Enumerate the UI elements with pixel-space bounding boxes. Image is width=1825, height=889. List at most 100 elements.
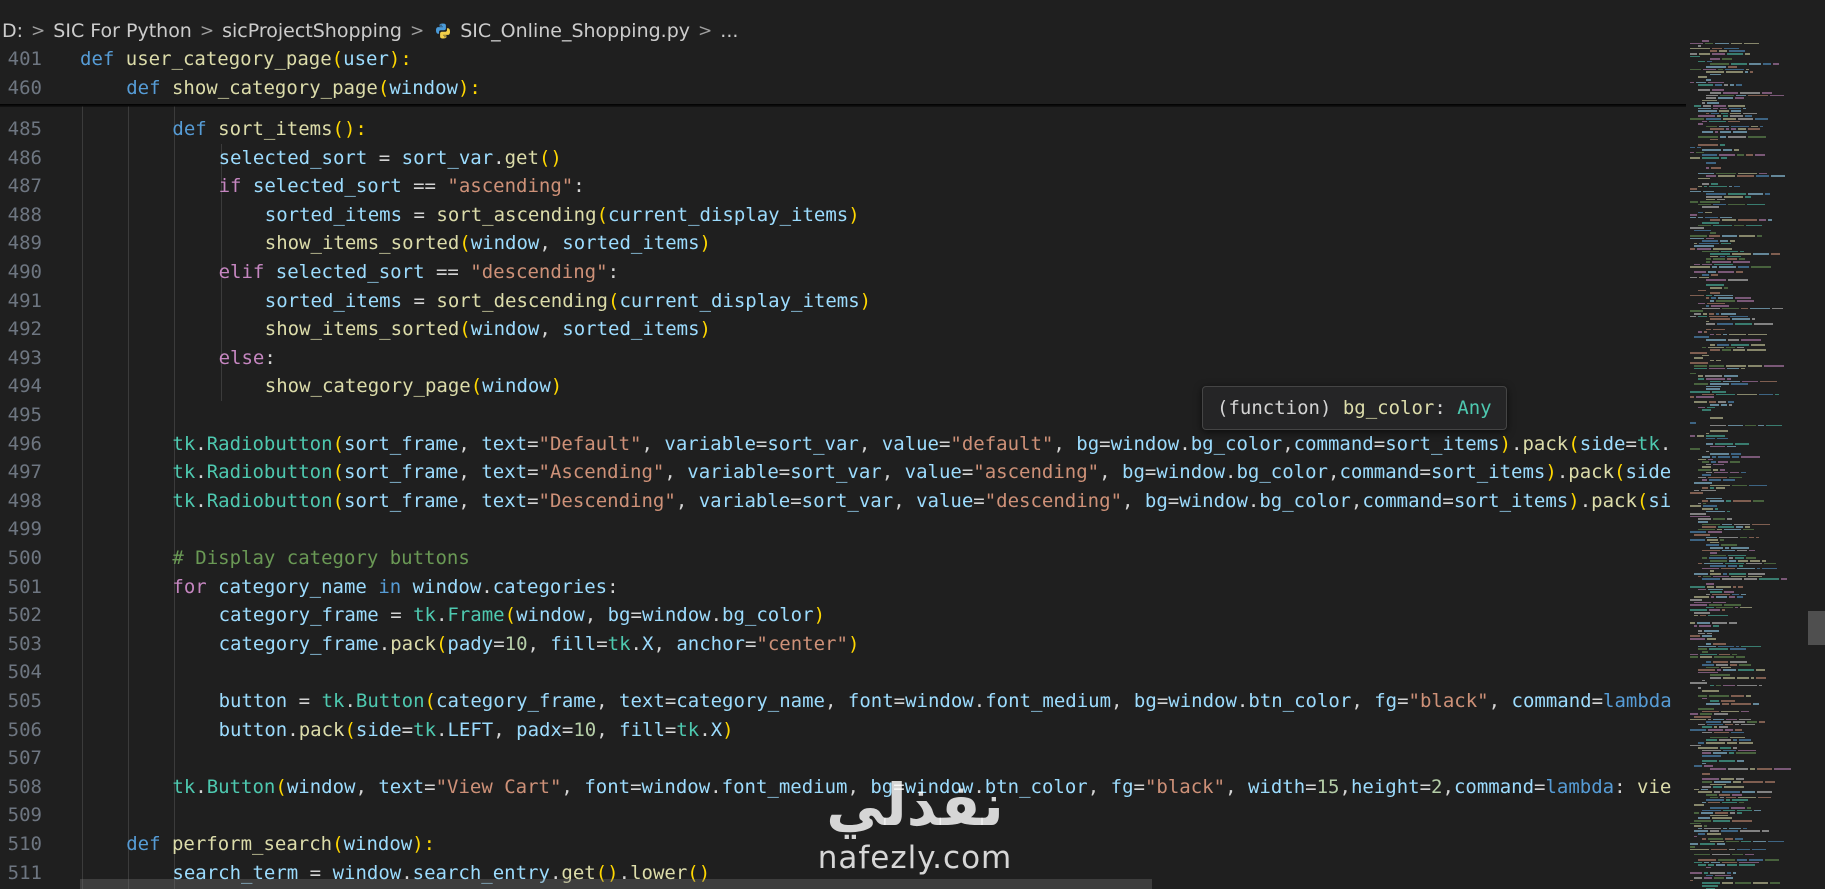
code-line[interactable]: 485 def sort_items(): [0,115,1686,144]
code-token: # Display category buttons [172,547,470,569]
code-token: "default" [950,432,1054,455]
line-number: 503 [7,632,42,655]
code-line[interactable]: 497 tk.Radiobutton(sort_frame, text="Asce… [0,458,1686,487]
code-token: , [1122,489,1145,512]
minimap-code-mark [1706,320,1709,323]
code-token: Frame [447,604,505,627]
minimap-code-mark [1702,885,1718,887]
minimap-code-mark [1730,84,1734,86]
minimap-code-mark [1713,661,1728,663]
sticky-scroll-shadow [0,104,1686,107]
code-token: , [1111,690,1134,712]
minimap-code-mark [1702,274,1709,276]
minimap-code-mark [1706,198,1715,201]
minimap-code-mark [1768,219,1772,221]
code-line[interactable]: 490 elif selected_sort == "descending": [0,258,1686,287]
minimap-code-mark [1709,235,1720,237]
code-token: show_category_page [264,375,471,398]
code-token: . [195,432,207,455]
line-number: 494 [7,375,42,398]
code-text: tk.Radiobutton(sort_frame, text="Descend… [172,487,1671,516]
minimap-code-mark [1736,752,1756,754]
minimap-code-mark [1710,684,1714,687]
minimap[interactable] [1690,40,1810,889]
minimap-code-mark [1690,872,1702,874]
minimap-code-mark [1719,125,1729,128]
code-token: pack [1591,489,1637,512]
minimap-code-mark [1702,838,1706,840]
code-token: "ascending" [447,175,574,198]
minimap-code-mark [1706,297,1709,299]
minimap-code-mark [1713,248,1732,250]
minimap-code-mark [1727,53,1743,55]
minimap-code-mark [1707,102,1719,104]
minimap-code-mark [1726,346,1735,349]
code-token: sort_frame [344,461,459,484]
minimap-code-mark [1699,242,1719,245]
minimap-code-mark [1710,783,1726,786]
code-token: , [641,432,665,455]
sticky-line[interactable]: 460 def show_category_page(window): [0,74,1686,103]
code-line[interactable]: 493 else: [0,344,1686,373]
minimap-code-mark [1690,653,1698,656]
vertical-scrollbar-thumb[interactable] [1808,611,1825,645]
code-token: side [355,718,402,741]
sticky-line[interactable]: 401 def user_category_page(user): [0,46,1686,74]
code-line[interactable]: 498 tk.Radiobutton(sort_frame, text="Desc… [0,487,1686,516]
minimap-code-mark [1710,554,1726,557]
minimap-code-mark [1690,237,1704,240]
code-token: window [1179,489,1248,512]
minimap-code-mark [1712,89,1724,91]
code-line[interactable]: 489 show_items_sorted(window, sorted_item… [0,229,1686,258]
code-line[interactable]: 496 tk.Radiobutton(sort_frame, text="Defa… [0,430,1686,459]
minimap-code-mark [1706,510,1725,513]
minimap-code-mark [1694,765,1702,767]
code-line[interactable]: 502 category_frame = tk.Frame(window, bg=… [0,601,1686,630]
code-token: bg_color [722,604,814,627]
minimap-code-mark [1715,443,1733,445]
code-line[interactable]: 488 sorted_items = sort_ascending(current… [0,201,1686,230]
code-token: "Descending" [538,489,676,512]
breadcrumb-folder-sic[interactable]: SIC For Python [51,20,194,42]
code-line[interactable]: 499 [0,515,1686,544]
minimap-code-mark [1736,656,1745,658]
minimap-code-mark [1722,801,1737,804]
code-line[interactable]: 486 selected_sort = sort_var.get() [0,144,1686,173]
minimap-code-mark [1716,664,1728,666]
minimap-code-mark [1722,307,1739,310]
minimap-code-mark [1773,63,1779,65]
code-token: window [412,575,482,598]
code-token: value [916,489,974,512]
code-line[interactable]: 501 for category_name in window.categorie… [0,573,1686,602]
code-text: def show_category_page(window): [126,74,481,103]
breadcrumb-drive[interactable]: D: [0,20,25,42]
code-line[interactable]: 505 button = tk.Button(category_frame, te… [0,687,1686,716]
breadcrumb-file[interactable]: SIC_Online_Shopping.py [458,20,692,42]
code-line[interactable]: 503 category_frame.pack(pady=10, fill=tk.… [0,630,1686,659]
breadcrumb-folder-project[interactable]: sicProjectShopping [220,20,404,42]
code-line[interactable]: 491 sorted_items = sort_descending(curren… [0,287,1686,316]
code-token: ( [344,718,356,741]
chevron-right-icon: > [31,21,46,41]
code-token: : [573,175,585,198]
code-line[interactable]: 506 button.pack(side=tk.LEFT, padx=10, fi… [0,716,1686,745]
code-line[interactable]: 487 if selected_sort == "ascending": [0,172,1686,201]
minimap-code-mark [1710,700,1719,702]
watermark-arabic-text: نفذلي [826,771,1004,839]
minimap-code-mark [1747,203,1765,206]
code-token: . [1579,489,1592,512]
minimap-code-mark [1711,305,1729,307]
code-token: . [630,632,642,655]
code-line[interactable]: 504 [0,658,1686,687]
code-token: , [584,604,608,627]
code-editor[interactable]: 401 def user_category_page(user): 460 def s… [0,46,1686,889]
code-line[interactable]: 500 # Display category buttons [0,544,1686,573]
minimap-code-mark [1707,638,1716,640]
minimap-code-mark [1690,505,1701,507]
code-token: X [710,718,723,741]
minimap-code-mark [1702,679,1705,682]
minimap-code-mark [1712,622,1727,624]
code-line[interactable]: 507 [0,744,1686,773]
breadcrumb-symbol-more[interactable]: ... [718,20,740,42]
code-line[interactable]: 492 show_items_sorted(window, sorted_item… [0,315,1686,344]
